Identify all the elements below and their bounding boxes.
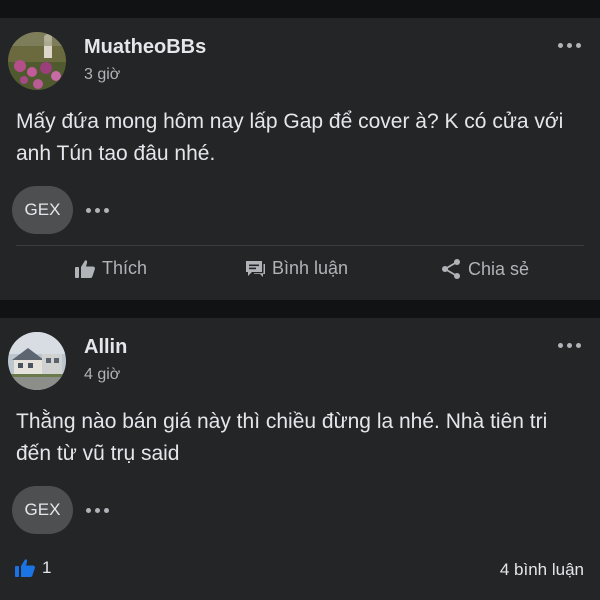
tag-more-button[interactable] [83,200,111,220]
post-stats: 1 4 bình luận [0,554,600,584]
post-timestamp[interactable]: 4 giờ [84,366,120,384]
comment-count[interactable]: 4 bình luận [500,560,584,580]
post-body: Mấy đứa mong hôm nay lấp Gap để cover à?… [16,110,564,165]
tag-row: GEX [12,486,111,534]
author-name[interactable]: Allin [84,336,127,359]
post-actions: Thích Bình luận Chia sẻ [0,258,600,288]
post-timestamp[interactable]: 3 giờ [84,66,120,84]
more-horizontal-icon [85,207,109,213]
comment-button[interactable]: Bình luận [244,258,348,279]
divider [16,245,584,246]
comment-label: Bình luận [272,258,349,278]
share-icon [442,259,460,279]
like-button[interactable]: Thích [74,258,147,279]
thumbs-up-icon [15,559,35,577]
post-card: MuatheoBBs 3 giờ Mấy đứa mong hôm nay lấ… [0,18,600,300]
author-name[interactable]: MuatheoBBs [84,36,206,59]
author-avatar[interactable] [8,332,66,390]
comment-bubble-icon [246,260,265,277]
tag-more-button[interactable] [83,500,111,520]
like-label: Thích [102,258,148,278]
more-horizontal-icon [557,42,581,48]
ticker-tag[interactable]: GEX [12,486,73,534]
like-count[interactable]: 1 [14,558,51,578]
post-card: Allin 4 giờ Thằng nào bán giá này thì ch… [0,318,600,600]
thumbs-up-icon [75,259,95,278]
post-body: Thằng nào bán giá này thì chiều đừng la … [16,410,548,465]
author-avatar[interactable] [8,32,66,90]
like-count-value: 1 [42,558,52,577]
ticker-tag[interactable]: GEX [12,186,73,234]
share-label: Chia sẻ [468,258,530,279]
post-menu-button[interactable] [554,36,584,54]
post-menu-button[interactable] [554,336,584,354]
more-horizontal-icon [85,507,109,513]
share-button[interactable]: Chia sẻ [440,258,529,280]
tag-row: GEX [12,186,111,234]
more-horizontal-icon [557,342,581,348]
